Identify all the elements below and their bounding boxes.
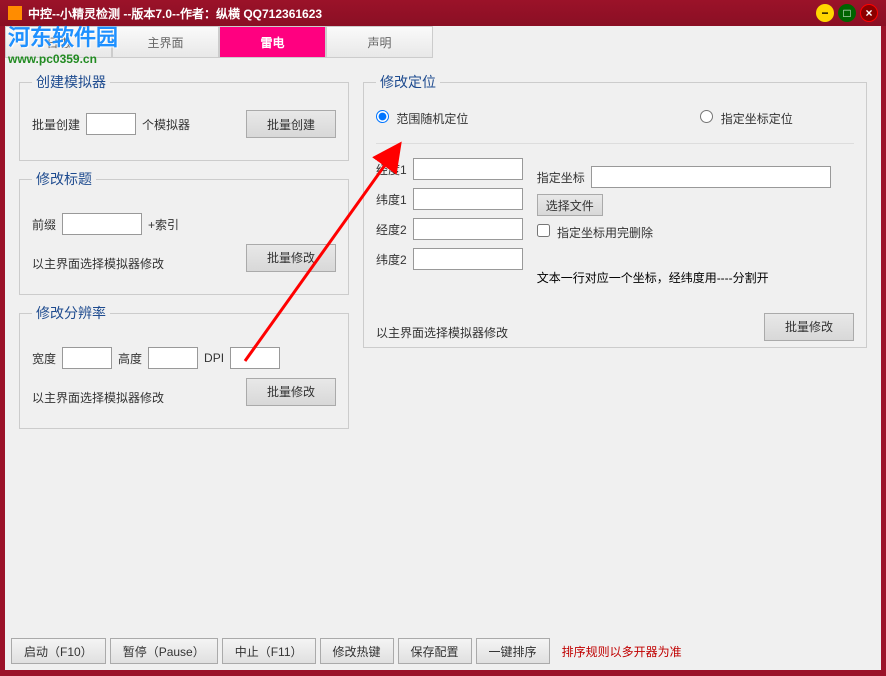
radio-range-location[interactable] (376, 110, 389, 123)
delete-after-use-checkbox[interactable] (537, 224, 550, 237)
tab-bar: 日志 主界面 雷电 声明 (5, 26, 881, 58)
lon2-label: 经度2 (376, 221, 407, 238)
pause-button[interactable]: 暂停（Pause） (110, 638, 218, 664)
batch-modify-res-button[interactable]: 批量修改 (246, 378, 336, 406)
delete-after-use-label[interactable]: 指定坐标用完删除 (537, 224, 653, 241)
prefix-label: 前缀 (32, 216, 56, 233)
height-input[interactable] (148, 347, 198, 369)
app-icon (8, 6, 22, 20)
legend-modify-resolution: 修改分辨率 (32, 303, 110, 323)
modify-loc-hint: 以主界面选择模拟器修改 (376, 324, 508, 341)
titlebar: 中控--小精灵检测 --版本7.0--作者：纵横 QQ712361623 − □… (0, 0, 886, 26)
legend-create-emulator: 创建模拟器 (32, 72, 110, 92)
lat1-label: 纬度1 (376, 191, 407, 208)
tab-statement[interactable]: 声明 (326, 26, 433, 58)
prefix-input[interactable] (62, 213, 142, 235)
choose-file-button[interactable]: 选择文件 (537, 194, 603, 216)
emulator-count-suffix: 个模拟器 (142, 116, 190, 133)
lat2-label: 纬度2 (376, 251, 407, 268)
radio-range-label[interactable]: 范围随机定位 (376, 110, 468, 127)
tab-leidian[interactable]: 雷电 (219, 26, 326, 58)
close-button[interactable]: × (860, 4, 878, 22)
batch-modify-loc-button[interactable]: 批量修改 (764, 313, 854, 341)
batch-create-label: 批量创建 (32, 116, 80, 133)
suffix-label: +索引 (148, 216, 179, 233)
width-input[interactable] (62, 347, 112, 369)
lon2-input[interactable] (413, 218, 523, 240)
dpi-label: DPI (204, 351, 224, 365)
sort-button[interactable]: 一键排序 (476, 638, 550, 664)
maximize-button[interactable]: □ (838, 4, 856, 22)
height-label: 高度 (118, 350, 142, 367)
fieldset-modify-title: 修改标题 前缀 +索引 以主界面选择模拟器修改 批量修改 (19, 169, 349, 295)
lon1-input[interactable] (413, 158, 523, 180)
bottom-toolbar: 启动（F10） 暂停（Pause） 中止（F11） 修改热键 保存配置 一键排序… (11, 638, 875, 664)
radio-fixed-location[interactable] (700, 110, 713, 123)
fieldset-create-emulator: 创建模拟器 批量创建 个模拟器 批量创建 (19, 72, 349, 161)
modify-title-hint: 以主界面选择模拟器修改 (32, 255, 164, 272)
stop-button[interactable]: 中止（F11） (222, 638, 316, 664)
fieldset-modify-resolution: 修改分辨率 宽度 高度 DPI 以主界面选择模拟器修改 批量修改 (19, 303, 349, 429)
sort-note: 排序规则以多开器为准 (562, 643, 682, 660)
coord-input[interactable] (591, 166, 831, 188)
tab-log[interactable]: 日志 (5, 26, 112, 58)
start-button[interactable]: 启动（F10） (11, 638, 106, 664)
dpi-input[interactable] (230, 347, 280, 369)
lat2-input[interactable] (413, 248, 523, 270)
lat1-input[interactable] (413, 188, 523, 210)
lon1-label: 经度1 (376, 161, 407, 178)
coord-label: 指定坐标 (537, 169, 585, 186)
width-label: 宽度 (32, 350, 56, 367)
legend-modify-location: 修改定位 (376, 72, 440, 92)
fieldset-modify-location: 修改定位 范围随机定位 指定坐标定位 (363, 72, 867, 348)
window-title: 中控--小精灵检测 --版本7.0--作者：纵横 QQ712361623 (28, 5, 322, 22)
batch-modify-title-button[interactable]: 批量修改 (246, 244, 336, 272)
emulator-count-input[interactable] (86, 113, 136, 135)
legend-modify-title: 修改标题 (32, 169, 96, 189)
tab-main[interactable]: 主界面 (112, 26, 219, 58)
radio-fixed-label[interactable]: 指定坐标定位 (700, 110, 792, 127)
modify-hotkey-button[interactable]: 修改热键 (320, 638, 394, 664)
batch-create-button[interactable]: 批量创建 (246, 110, 336, 138)
coord-format-note: 文本一行对应一个坐标，经纬度用----分割开 (537, 269, 769, 286)
modify-res-hint: 以主界面选择模拟器修改 (32, 389, 164, 406)
save-config-button[interactable]: 保存配置 (398, 638, 472, 664)
minimize-button[interactable]: − (816, 4, 834, 22)
